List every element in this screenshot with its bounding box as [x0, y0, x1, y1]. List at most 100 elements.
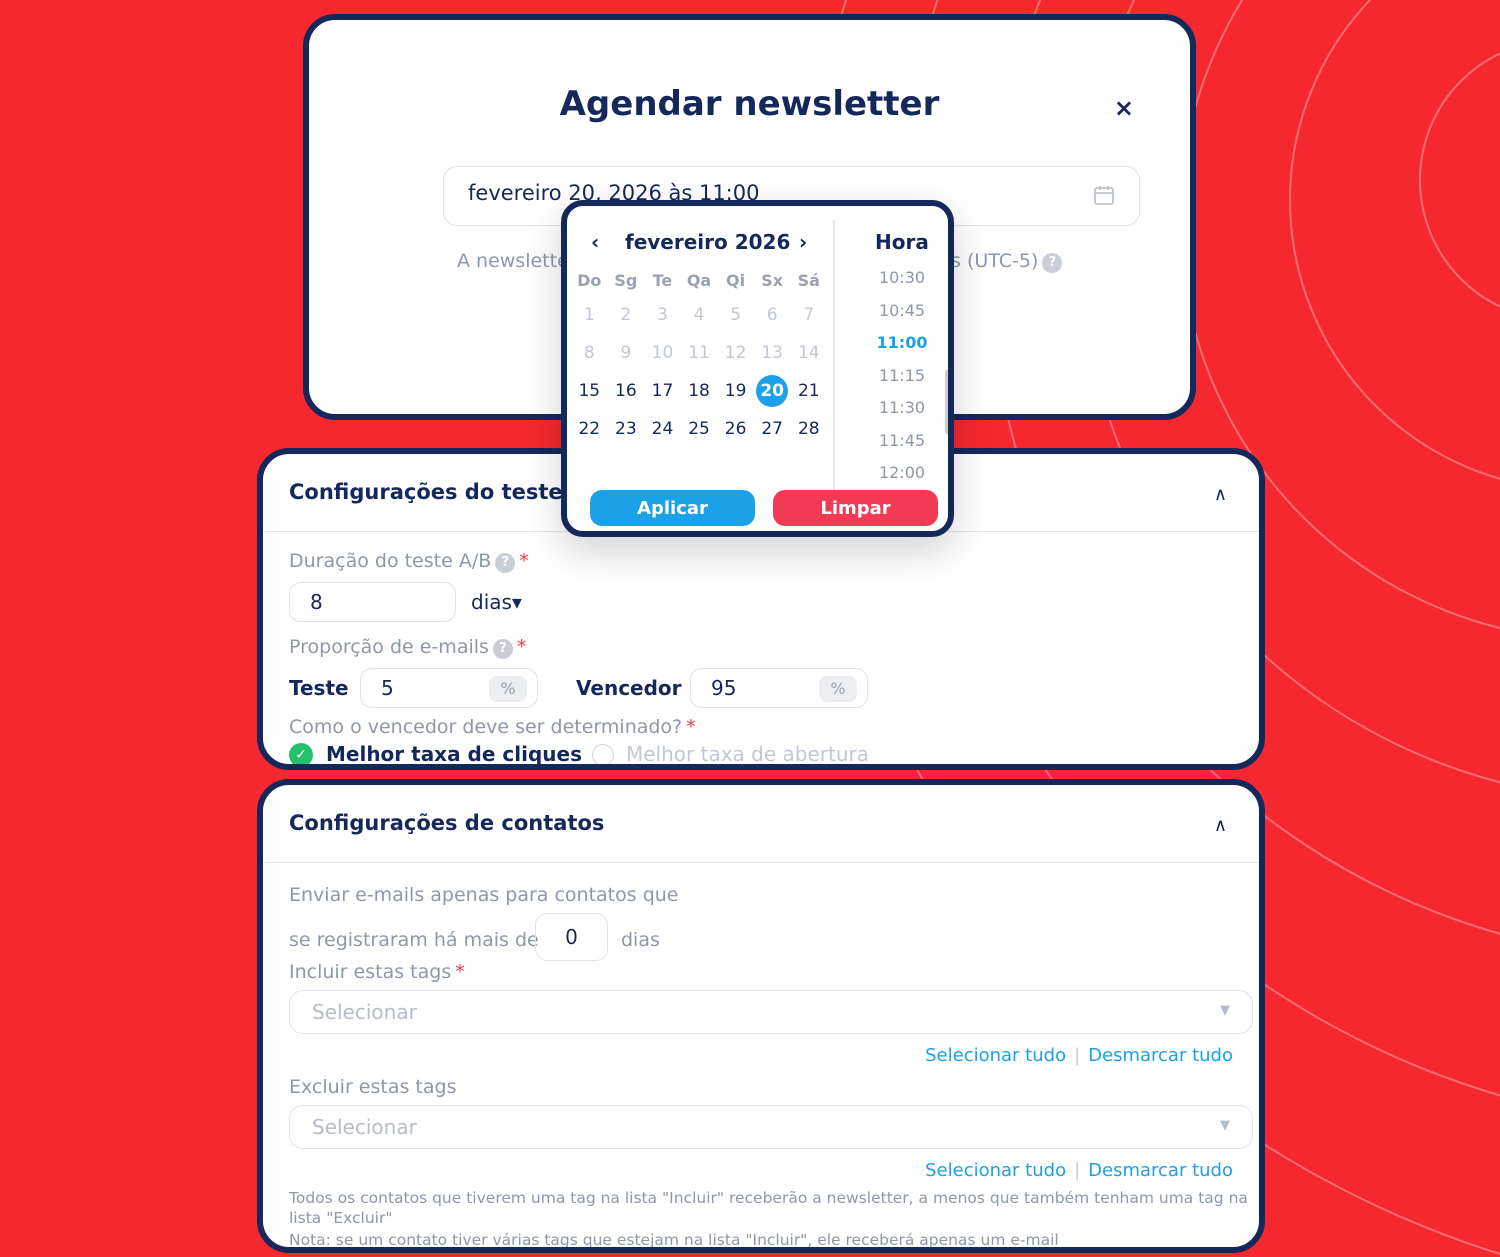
calendar-day: 2	[620, 305, 632, 325]
percent-badge: %	[489, 676, 527, 702]
time-option[interactable]: 10:30	[857, 262, 947, 295]
test-percent-input[interactable]: 5 %	[360, 668, 538, 708]
prev-month-icon[interactable]: ‹	[591, 230, 599, 254]
calendar-day: 14	[797, 343, 820, 363]
time-option[interactable]: 11:15	[857, 360, 947, 393]
tags-explanation-note: Todos os contatos que tiverem uma tag na…	[289, 1189, 1248, 1227]
calendar-day: 6	[766, 305, 778, 325]
chevron-down-icon: ▼	[1220, 1003, 1230, 1018]
weekday-label: Sá	[797, 271, 820, 290]
calendar-day: 3	[657, 305, 668, 325]
apply-button[interactable]: Aplicar	[590, 490, 755, 526]
calendar-day[interactable]: 19	[717, 375, 754, 407]
exclude-tags-actions: Selecionar tudo | Desmarcar tudo	[925, 1160, 1233, 1181]
separator: |	[1074, 1045, 1081, 1066]
calendar-day[interactable]: 28	[790, 413, 827, 445]
include-deselect-all-link[interactable]: Desmarcar tudo	[1088, 1045, 1233, 1066]
calendar-week: 1 2 3 4 5 6 7	[571, 296, 827, 334]
calendar-day: 12	[724, 343, 747, 363]
weekday-label: Sx	[761, 271, 784, 290]
include-select-all-link[interactable]: Selecionar tudo	[925, 1045, 1066, 1066]
time-list[interactable]: 10:30 10:45 11:00 11:15 11:30 11:45 12:00	[857, 262, 947, 490]
winner-label: Vencedor	[576, 676, 682, 700]
include-tags-actions: Selecionar tudo | Desmarcar tudo	[925, 1045, 1233, 1066]
weekday-header: Do Sg Te Qa Qi Sx Sá	[571, 266, 827, 296]
time-list-scrollbar[interactable]	[945, 370, 948, 434]
calendar-day: 10	[651, 343, 674, 363]
calendar-day[interactable]: 22	[571, 413, 608, 445]
weekday-label: Do	[577, 271, 602, 290]
collapse-icon[interactable]: ∧	[1214, 815, 1227, 836]
required-mark: *	[516, 636, 527, 658]
modal-title: Agendar newsletter	[559, 84, 940, 124]
winner-percent-value: 95	[711, 676, 737, 700]
check-icon[interactable]: ✓	[289, 743, 313, 764]
next-month-icon[interactable]: ›	[799, 230, 807, 254]
timezone-label: s (UTC-5)	[951, 250, 1039, 272]
collapse-icon[interactable]: ∧	[1214, 484, 1227, 505]
calendar-day[interactable]: 16	[608, 375, 645, 407]
weekday-label: Te	[652, 271, 673, 290]
date-time-picker: ‹ fevereiro 2026 › Do Sg Te Qa Qi Sx Sá 1 2 3 4 5 6 7…	[561, 200, 954, 537]
exclude-tags-placeholder: Selecionar	[312, 1115, 417, 1139]
help-icon[interactable]: ?	[1042, 253, 1063, 273]
exclude-select-all-link[interactable]: Selecionar tudo	[925, 1160, 1066, 1181]
contacts-header[interactable]: Configurações de contatos ∧	[263, 785, 1259, 863]
duration-unit-select[interactable]: dias▾	[471, 590, 522, 614]
radio-open-rate[interactable]	[592, 744, 614, 764]
option-best-open-rate[interactable]: Melhor taxa de abertura	[626, 742, 869, 764]
picker-divider	[833, 220, 835, 490]
weekday-label: Qi	[726, 271, 746, 290]
calendar-day[interactable]: 24	[644, 413, 681, 445]
help-icon[interactable]: ?	[495, 553, 516, 573]
ratio-label: Proporção de e-mails? *	[289, 636, 526, 659]
option-best-click-rate[interactable]: Melhor taxa de cliques	[326, 742, 582, 764]
timezone-note-end: s (UTC-5)?	[951, 250, 1063, 273]
winner-percent-input[interactable]: 95 %	[690, 668, 868, 708]
duration-input[interactable]: 8	[289, 582, 456, 622]
time-option[interactable]: 12:00	[857, 457, 947, 490]
test-percent-value: 5	[381, 676, 394, 700]
calendar-week: 22 23 24 25 26 27 28	[571, 410, 827, 448]
winner-question-text: Como o vencedor deve ser determinado?	[289, 716, 683, 738]
include-tags-label: Incluir estas tags *	[289, 961, 465, 983]
time-option[interactable]: 11:45	[857, 425, 947, 458]
calendar-week: 15 16 17 18 19 20 21	[571, 372, 827, 410]
required-mark: *	[455, 961, 465, 983]
ratio-label-text: Proporção de e-mails	[289, 636, 489, 658]
test-label: Teste	[289, 676, 349, 700]
exclude-tags-select[interactable]: Selecionar ▼	[289, 1105, 1253, 1149]
include-tags-text: Incluir estas tags	[289, 961, 452, 983]
weekday-label: Qa	[686, 271, 712, 290]
days-input[interactable]: 0	[535, 913, 608, 961]
time-option[interactable]: 10:45	[857, 295, 947, 328]
duration-label: Duração do teste A/B? *	[289, 550, 529, 573]
calendar-day[interactable]: 27	[754, 413, 791, 445]
calendar-day[interactable]: 25	[681, 413, 718, 445]
exclude-deselect-all-link[interactable]: Desmarcar tudo	[1088, 1160, 1233, 1181]
contacts-title: Configurações de contatos	[289, 811, 605, 835]
calendar-day-selected[interactable]: 20	[754, 375, 791, 407]
separator: |	[1074, 1160, 1081, 1181]
send-condition-line1: Enviar e-mails apenas para contatos que	[289, 884, 679, 906]
clear-button[interactable]: Limpar	[773, 490, 938, 526]
contact-settings-card: Configurações de contatos ∧ Enviar e-mai…	[257, 779, 1265, 1253]
percent-badge: %	[819, 676, 857, 702]
calendar-day: 13	[761, 343, 783, 363]
calendar-day[interactable]: 23	[608, 413, 645, 445]
include-tags-select[interactable]: Selecionar ▼	[289, 990, 1253, 1034]
multiple-tags-note: Nota: se um contato tiver várias tags qu…	[289, 1231, 1059, 1249]
calendar-day: 5	[730, 305, 742, 325]
time-option-selected[interactable]: 11:00	[857, 327, 947, 360]
calendar-day[interactable]: 21	[790, 375, 827, 407]
calendar-day[interactable]: 17	[644, 375, 681, 407]
calendar-icon[interactable]	[1093, 184, 1115, 211]
calendar-day[interactable]: 26	[717, 413, 754, 445]
calendar-day[interactable]: 18	[681, 375, 718, 407]
help-icon[interactable]: ?	[492, 639, 513, 659]
close-icon[interactable]: ×	[1114, 96, 1134, 120]
calendar-day[interactable]: 15	[571, 375, 608, 407]
picker-month-label: fevereiro 2026	[625, 230, 791, 254]
time-option[interactable]: 11:30	[857, 392, 947, 425]
required-mark: *	[686, 716, 696, 738]
